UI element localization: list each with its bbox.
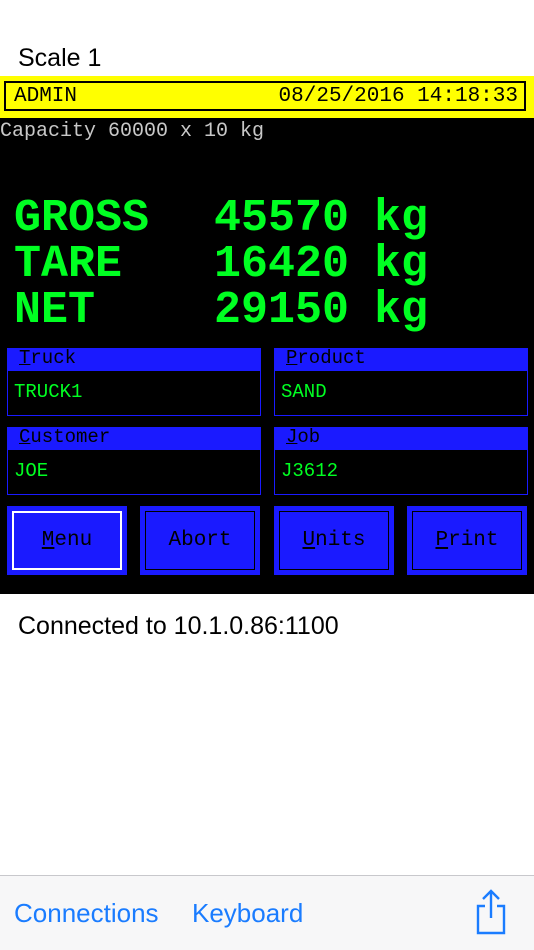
gross-row: GROSS 45570 kg xyxy=(14,196,428,242)
connection-status: Connected to 10.1.0.86:1100 xyxy=(18,612,339,640)
gross-value: 45570 xyxy=(214,193,350,244)
units-hotkey: U xyxy=(302,529,316,552)
job-field-value[interactable]: J3612 xyxy=(274,449,528,495)
menu-text: enu xyxy=(54,529,93,552)
tare-row: TARE 16420 kg xyxy=(14,242,428,288)
keyboard-button[interactable]: Keyboard xyxy=(192,898,303,929)
abort-button-label: Abort xyxy=(145,511,255,570)
user-label: ADMIN xyxy=(14,84,78,108)
print-text: rint xyxy=(448,529,499,552)
weight-readout: GROSS 45570 kg TARE 16420 kg NET 29150 k… xyxy=(14,196,428,334)
product-label-hotkey: P xyxy=(286,347,298,369)
customer-field[interactable]: Customer JOE xyxy=(7,427,261,495)
gross-unit: kg xyxy=(374,193,429,244)
units-button[interactable]: Units xyxy=(274,506,394,575)
job-label-text: ob xyxy=(297,426,321,448)
job-field[interactable]: Job J3612 xyxy=(274,427,528,495)
customer-field-label: Customer xyxy=(7,427,261,449)
terminal-header-bar: ADMIN 08/25/2016 14:18:33 xyxy=(0,76,534,118)
net-label: NET xyxy=(14,285,96,336)
product-field[interactable]: Product SAND xyxy=(274,348,528,416)
product-field-value[interactable]: SAND xyxy=(274,370,528,416)
print-button[interactable]: Print xyxy=(407,506,527,575)
customer-label-text: ustomer xyxy=(30,426,111,448)
connections-button[interactable]: Connections xyxy=(14,898,159,929)
truck-field-value[interactable]: TRUCK1 xyxy=(7,370,261,416)
tare-value: 16420 xyxy=(214,239,350,290)
terminal-header-frame: ADMIN 08/25/2016 14:18:33 xyxy=(4,81,526,111)
job-label-hotkey: J xyxy=(286,426,298,448)
datetime-label: 08/25/2016 14:18:33 xyxy=(278,84,518,108)
product-field-label: Product xyxy=(274,348,528,370)
print-hotkey: P xyxy=(435,529,449,552)
gross-label: GROSS xyxy=(14,193,150,244)
net-unit: kg xyxy=(374,285,429,336)
product-label-text: roduct xyxy=(297,347,366,369)
truck-field[interactable]: Truck TRUCK1 xyxy=(7,348,261,416)
customer-label-hotkey: C xyxy=(19,426,31,448)
net-value: 29150 xyxy=(214,285,350,336)
bottom-toolbar: Connections Keyboard xyxy=(0,875,534,950)
abort-button[interactable]: Abort xyxy=(140,506,260,575)
truck-field-label: Truck xyxy=(7,348,261,370)
print-button-label: Print xyxy=(412,511,522,570)
scale-title: Scale 1 xyxy=(18,44,102,72)
net-row: NET 29150 kg xyxy=(14,288,428,334)
share-icon[interactable] xyxy=(473,888,509,936)
scale-terminal-display[interactable]: ADMIN 08/25/2016 14:18:33 Capacity 60000… xyxy=(0,76,534,594)
customer-field-value[interactable]: JOE xyxy=(7,449,261,495)
tare-label: TARE xyxy=(14,239,123,290)
app-screen: Scale 1 ADMIN 08/25/2016 14:18:33 Capaci… xyxy=(0,0,534,950)
job-field-label: Job xyxy=(274,427,528,449)
menu-button-label: Menu xyxy=(12,511,122,570)
capacity-label: Capacity 60000 x 10 kg xyxy=(0,120,265,143)
menu-hotkey: M xyxy=(41,529,55,552)
units-text: nits xyxy=(315,529,366,552)
units-button-label: Units xyxy=(279,511,389,570)
truck-label-text: ruck xyxy=(30,347,77,369)
truck-label-hotkey: T xyxy=(19,347,31,369)
menu-button[interactable]: Menu xyxy=(7,506,127,575)
tare-unit: kg xyxy=(374,239,429,290)
